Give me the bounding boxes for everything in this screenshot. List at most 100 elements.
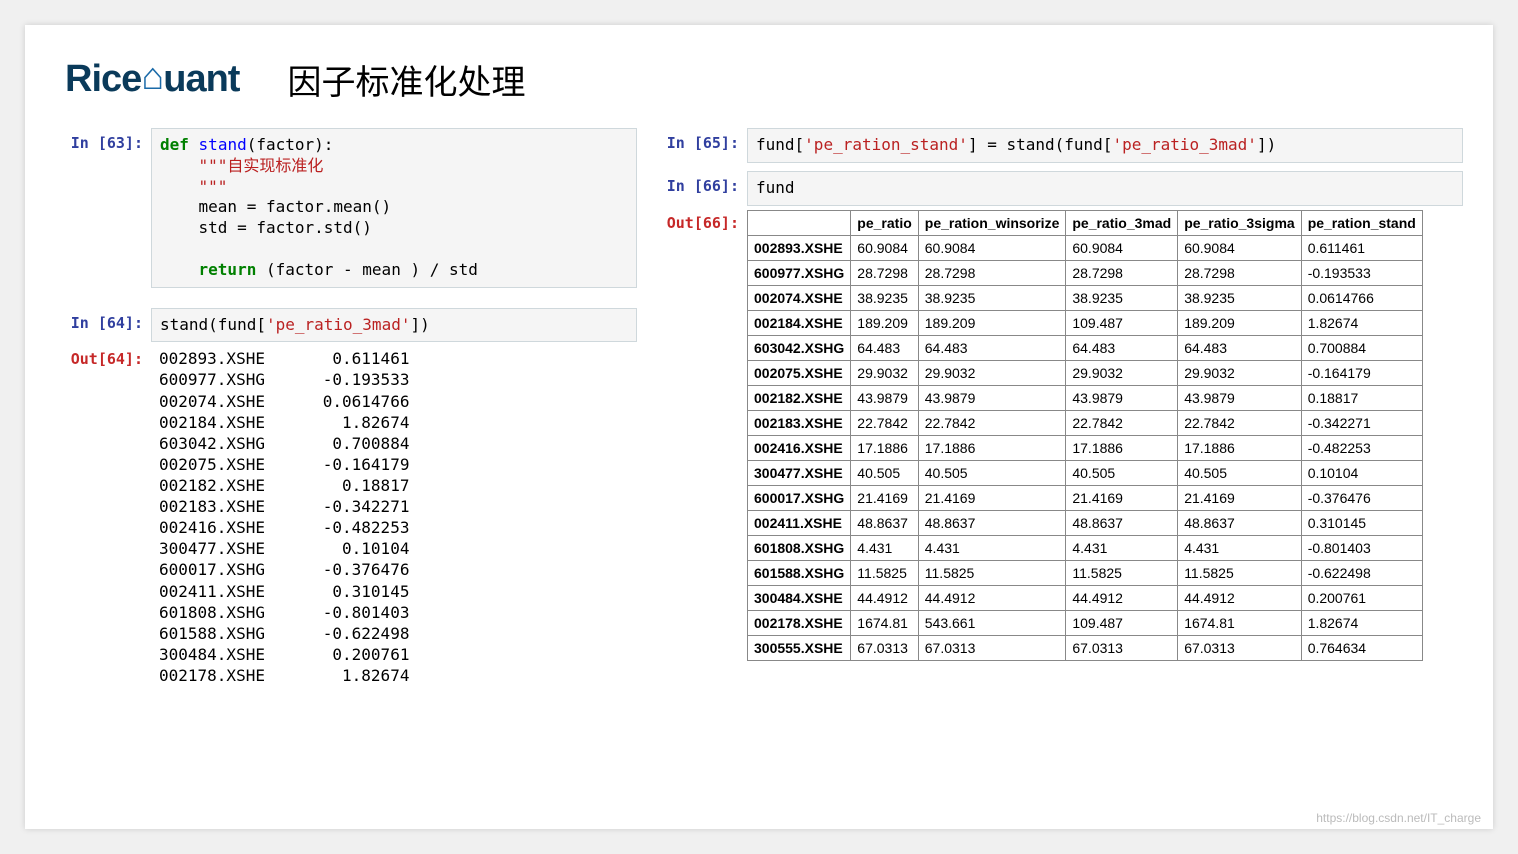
table-index-cell: 002074.XSHE bbox=[748, 285, 851, 310]
table-cell: 21.4169 bbox=[1178, 485, 1302, 510]
table-cell: 1674.81 bbox=[1178, 610, 1302, 635]
table-cell: 67.0313 bbox=[851, 635, 918, 660]
table-cell: 22.7842 bbox=[1178, 410, 1302, 435]
table-cell: 40.505 bbox=[851, 460, 918, 485]
code-input[interactable]: fund['pe_ration_stand'] = stand(fund['pe… bbox=[747, 128, 1463, 163]
content-columns: In [63]: def stand(factor): """自实现标准化 ""… bbox=[55, 128, 1463, 692]
table-cell: 4.431 bbox=[918, 535, 1066, 560]
table-cell: 60.9084 bbox=[918, 235, 1066, 260]
table-row: 300477.XSHE40.50540.50540.50540.5050.101… bbox=[748, 460, 1423, 485]
table-cell: 21.4169 bbox=[1066, 485, 1178, 510]
table-row: 601808.XSHG4.4314.4314.4314.431-0.801403 bbox=[748, 535, 1423, 560]
table-cell: 60.9084 bbox=[1066, 235, 1178, 260]
in-prompt: In [63]: bbox=[55, 128, 151, 288]
table-header: pe_ratio bbox=[851, 210, 918, 235]
table-row: 002178.XSHE1674.81543.661109.4871674.811… bbox=[748, 610, 1423, 635]
table-cell: -0.193533 bbox=[1301, 260, 1422, 285]
table-cell: 17.1886 bbox=[851, 435, 918, 460]
code-input[interactable]: stand(fund['pe_ratio_3mad']) bbox=[151, 308, 637, 343]
cell-64-out: Out[64]: 002893.XSHE 0.611461 600977.XSH… bbox=[55, 344, 637, 690]
table-row: 002075.XSHE29.903229.903229.903229.9032-… bbox=[748, 360, 1423, 385]
table-cell: 22.7842 bbox=[918, 410, 1066, 435]
table-cell: 44.4912 bbox=[851, 585, 918, 610]
table-cell: 28.7298 bbox=[918, 260, 1066, 285]
table-cell: 21.4169 bbox=[918, 485, 1066, 510]
table-cell: 0.18817 bbox=[1301, 385, 1422, 410]
table-cell: 40.505 bbox=[1066, 460, 1178, 485]
logo-text-2: uant bbox=[163, 58, 239, 100]
table-header: pe_ratio_3sigma bbox=[1178, 210, 1302, 235]
table-cell: 43.9879 bbox=[1066, 385, 1178, 410]
table-index-cell: 600977.XSHG bbox=[748, 260, 851, 285]
table-row: 300484.XSHE44.491244.491244.491244.49120… bbox=[748, 585, 1423, 610]
table-row: 002074.XSHE38.923538.923538.923538.92350… bbox=[748, 285, 1423, 310]
table-row: 300555.XSHE67.031367.031367.031367.03130… bbox=[748, 635, 1423, 660]
watermark: https://blog.csdn.net/IT_charge bbox=[1316, 811, 1481, 825]
table-cell: -0.801403 bbox=[1301, 535, 1422, 560]
table-cell: 0.700884 bbox=[1301, 335, 1422, 360]
table-index-cell: 002416.XSHE bbox=[748, 435, 851, 460]
table-row: 600017.XSHG21.416921.416921.416921.4169-… bbox=[748, 485, 1423, 510]
table-index-cell: 002183.XSHE bbox=[748, 410, 851, 435]
logo: Rice⌂uant bbox=[65, 58, 239, 101]
column-right: In [65]: fund['pe_ration_stand'] = stand… bbox=[651, 128, 1463, 692]
table-cell: 67.0313 bbox=[1178, 635, 1302, 660]
table-row: 601588.XSHG11.582511.582511.582511.5825-… bbox=[748, 560, 1423, 585]
table-cell: 38.9235 bbox=[1178, 285, 1302, 310]
table-cell: 67.0313 bbox=[1066, 635, 1178, 660]
table-cell: 29.9032 bbox=[1066, 360, 1178, 385]
table-index-cell: 300555.XSHE bbox=[748, 635, 851, 660]
table-cell: 29.9032 bbox=[851, 360, 918, 385]
table-cell: 44.4912 bbox=[918, 585, 1066, 610]
table-index-cell: 603042.XSHG bbox=[748, 335, 851, 360]
cell-63: In [63]: def stand(factor): """自实现标准化 ""… bbox=[55, 128, 637, 288]
header: Rice⌂uant 因子标准化处理 bbox=[65, 55, 1463, 104]
table-cell: 38.9235 bbox=[851, 285, 918, 310]
table-index-cell: 601808.XSHG bbox=[748, 535, 851, 560]
table-index-cell: 300484.XSHE bbox=[748, 585, 851, 610]
cell-66-in: In [66]: fund bbox=[651, 171, 1463, 206]
code-input[interactable]: fund bbox=[747, 171, 1463, 206]
out-prompt: Out[64]: bbox=[55, 344, 151, 690]
table-cell: 0.310145 bbox=[1301, 510, 1422, 535]
table-cell: 17.1886 bbox=[1178, 435, 1302, 460]
table-header: pe_ration_stand bbox=[1301, 210, 1422, 235]
table-cell: 44.4912 bbox=[1066, 585, 1178, 610]
table-cell: 40.505 bbox=[918, 460, 1066, 485]
table-row: 002182.XSHE43.987943.987943.987943.98790… bbox=[748, 385, 1423, 410]
table-cell: -0.482253 bbox=[1301, 435, 1422, 460]
table-index-cell: 300477.XSHE bbox=[748, 460, 851, 485]
table-cell: -0.342271 bbox=[1301, 410, 1422, 435]
table-cell: 48.8637 bbox=[918, 510, 1066, 535]
table-cell: 44.4912 bbox=[1178, 585, 1302, 610]
table-row: 002416.XSHE17.188617.188617.188617.1886-… bbox=[748, 435, 1423, 460]
table-cell: 64.483 bbox=[851, 335, 918, 360]
table-cell: 48.8637 bbox=[851, 510, 918, 535]
fund-table: pe_ratiope_ration_winsorizepe_ratio_3mad… bbox=[747, 210, 1423, 661]
series-output: 002893.XSHE 0.611461 600977.XSHG -0.1935… bbox=[151, 344, 637, 690]
dataframe-output: pe_ratiope_ration_winsorizepe_ratio_3mad… bbox=[747, 208, 1463, 661]
table-cell: 11.5825 bbox=[918, 560, 1066, 585]
table-cell: 17.1886 bbox=[918, 435, 1066, 460]
slide: Rice⌂uant 因子标准化处理 In [63]: def stand(fac… bbox=[25, 25, 1493, 829]
spacer bbox=[55, 290, 637, 308]
logo-hut-icon: ⌂ bbox=[141, 56, 163, 98]
table-cell: -0.622498 bbox=[1301, 560, 1422, 585]
table-header: pe_ratio_3mad bbox=[1066, 210, 1178, 235]
table-cell: 0.764634 bbox=[1301, 635, 1422, 660]
page-title: 因子标准化处理 bbox=[287, 55, 525, 104]
table-cell: 4.431 bbox=[851, 535, 918, 560]
in-prompt: In [65]: bbox=[651, 128, 747, 163]
table-cell: 29.9032 bbox=[1178, 360, 1302, 385]
table-cell: 38.9235 bbox=[918, 285, 1066, 310]
table-cell: 4.431 bbox=[1066, 535, 1178, 560]
table-row: 600977.XSHG28.729828.729828.729828.7298-… bbox=[748, 260, 1423, 285]
cell-65: In [65]: fund['pe_ration_stand'] = stand… bbox=[651, 128, 1463, 163]
table-row: 603042.XSHG64.48364.48364.48364.4830.700… bbox=[748, 335, 1423, 360]
table-cell: 43.9879 bbox=[918, 385, 1066, 410]
table-cell: 109.487 bbox=[1066, 310, 1178, 335]
table-cell: 28.7298 bbox=[1066, 260, 1178, 285]
table-cell: 64.483 bbox=[1178, 335, 1302, 360]
table-cell: 43.9879 bbox=[851, 385, 918, 410]
code-input[interactable]: def stand(factor): """自实现标准化 """ mean = … bbox=[151, 128, 637, 288]
